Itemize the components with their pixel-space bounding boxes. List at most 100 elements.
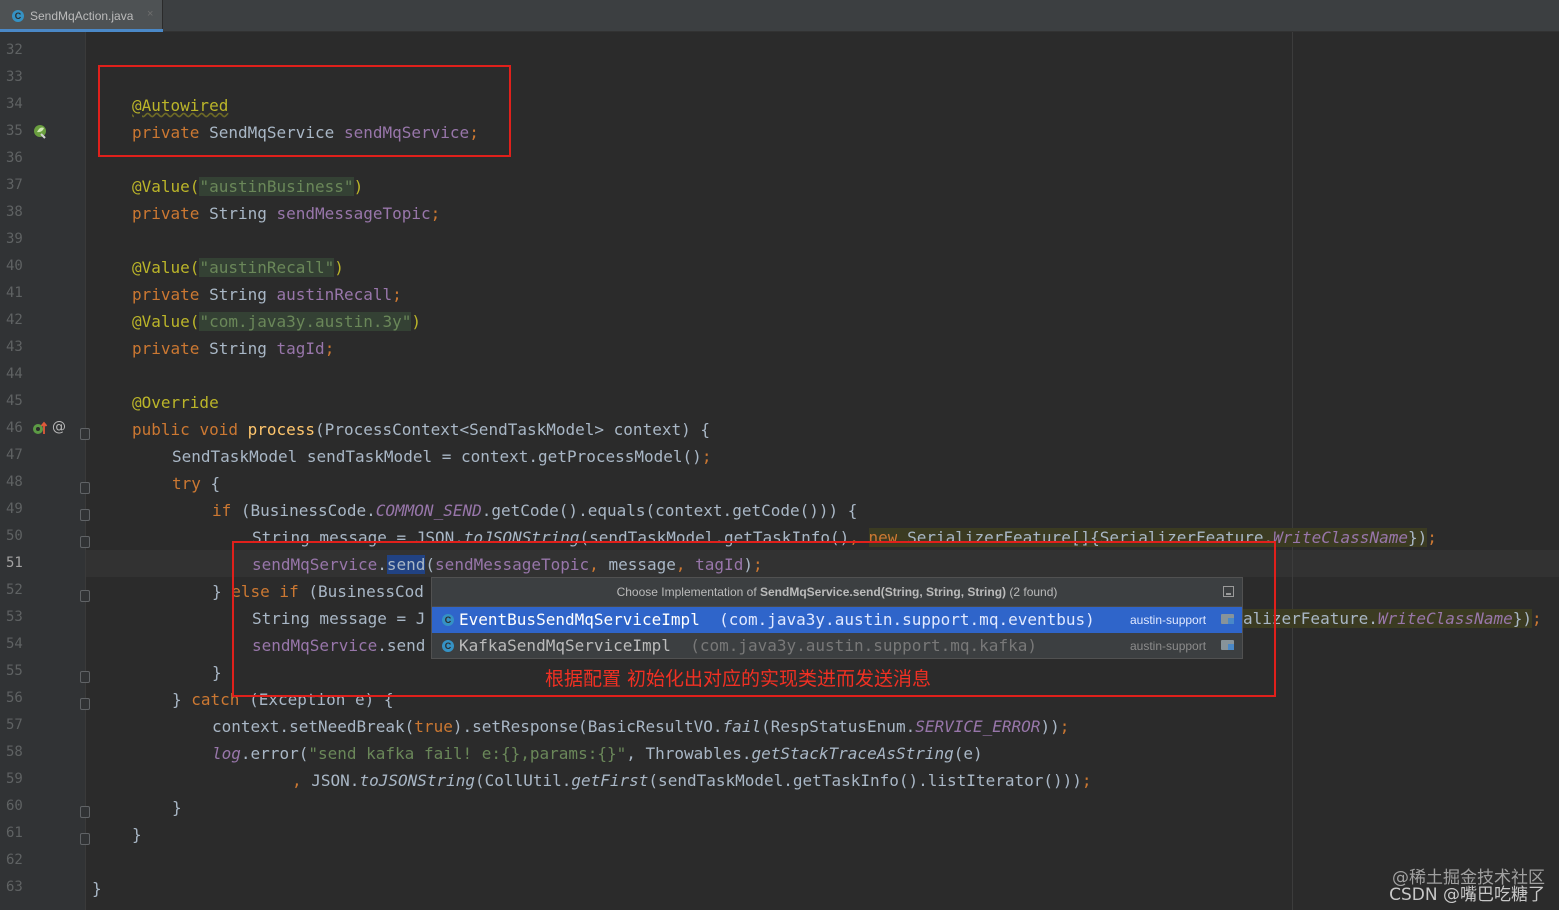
expr: (BusinessCode.: [231, 501, 376, 520]
line-number: 52: [6, 582, 23, 598]
line-number: 35: [6, 123, 23, 139]
close-icon[interactable]: ×: [147, 8, 153, 20]
line-number-gutter[interactable]: 32 33 34 35 36 37 38 39 40 41 42 43 44 4…: [0, 32, 90, 910]
paren: ): [334, 258, 344, 277]
line-number: 43: [6, 339, 23, 355]
line-number: 41: [6, 285, 23, 301]
line-number: 42: [6, 312, 23, 328]
line-number: 63: [6, 879, 23, 895]
constant: WriteClassName: [1273, 528, 1408, 547]
module-folder-icon: [1221, 614, 1234, 624]
line-number: 46: [6, 420, 23, 436]
value-annotation: @Value(: [132, 177, 200, 196]
code-line-42: @Value("com.java3y.austin.3y"): [132, 308, 421, 335]
class-name: EventBusSendMqServiceImpl: [459, 610, 700, 629]
keyword-public: public: [132, 420, 190, 439]
line-number: 32: [6, 42, 23, 58]
expr: context.setNeedBreak(: [212, 717, 415, 736]
line-number: 58: [6, 744, 23, 760]
module-name: austin-support: [1130, 613, 1207, 627]
code-line-40: @Value("austinRecall"): [132, 254, 344, 281]
java-class-icon: C: [442, 640, 454, 652]
tab-sendmqaction[interactable]: C SendMqAction.java ×: [0, 0, 163, 32]
code-line-49: if (BusinessCode.COMMON_SEND.getCode().e…: [212, 497, 857, 524]
java-class-icon: C: [12, 10, 24, 22]
value-annotation: @Value(: [132, 258, 200, 277]
brace: }: [92, 879, 102, 898]
line-number: 59: [6, 771, 23, 787]
brace: }: [172, 798, 182, 817]
type-name: String: [209, 339, 267, 358]
static-method: fail: [722, 717, 762, 736]
line-number: 38: [6, 204, 23, 220]
brace: }: [172, 690, 192, 709]
static-method: getStackTraceAsString: [751, 744, 954, 763]
override-annotation: @Override: [132, 393, 219, 412]
brace: }: [132, 825, 142, 844]
semicolon: ;: [1531, 609, 1542, 628]
popup-header-signature: SendMqService.send(String, String, Strin…: [760, 585, 1007, 599]
value-annotation: @Value(: [132, 312, 200, 331]
constant: COMMON_SEND: [375, 501, 482, 520]
semicolon: ;: [430, 204, 441, 223]
code-line-63: }: [92, 875, 102, 902]
choose-implementation-popup[interactable]: Choose Implementation of SendMqService.s…: [431, 577, 1243, 659]
code-line-61: }: [132, 821, 142, 848]
line-number: 49: [6, 501, 23, 517]
popup-header: Choose Implementation of SendMqService.s…: [432, 578, 1242, 607]
override-at-icon[interactable]: @: [52, 419, 66, 435]
line-number: 44: [6, 366, 23, 382]
line-number: 37: [6, 177, 23, 193]
constant: SERVICE_ERROR: [915, 717, 1041, 736]
override-up-arrow-icon[interactable]: [32, 420, 48, 436]
implementation-item-eventbus[interactable]: C EventBusSendMqServiceImpl (com.java3y.…: [432, 607, 1242, 633]
line-number: 60: [6, 798, 23, 814]
code-line-53-tail: alizerFeature.WriteClassName});: [1243, 605, 1542, 632]
field-name: tagId: [276, 339, 325, 358]
comma: ,: [292, 771, 302, 790]
semicolon: ;: [701, 447, 712, 466]
code-line-46: public void process(ProcessContext<SendT…: [132, 416, 710, 443]
keyword-try: try: [172, 474, 201, 493]
code-line-59: , JSON.toJSONString(CollUtil.getFirst(se…: [292, 767, 1092, 794]
expr: (RespStatusEnum.: [761, 717, 916, 736]
keyword-if: if: [212, 501, 232, 520]
brace: {: [200, 474, 221, 493]
type-name: String: [209, 204, 267, 223]
code-line-55: }: [212, 659, 222, 686]
line-number: 61: [6, 825, 23, 841]
line-number: 36: [6, 150, 23, 166]
line-number-current: 51: [6, 555, 23, 571]
semicolon: ;: [1081, 771, 1092, 790]
code-line-48: try {: [172, 470, 220, 497]
line-number: 56: [6, 690, 23, 706]
code-line-43: private String tagId;: [132, 335, 334, 362]
pin-icon[interactable]: [1223, 586, 1234, 597]
code-line-41: private String austinRecall;: [132, 281, 402, 308]
line-number: 40: [6, 258, 23, 274]
expr: (CollUtil.: [475, 771, 572, 790]
semicolon: ;: [324, 339, 335, 358]
expr: (e): [953, 744, 983, 763]
code-line-47: SendTaskModel sendTaskModel = context.ge…: [172, 443, 711, 470]
semicolon: ;: [1427, 528, 1437, 547]
line-number: 53: [6, 609, 23, 625]
field-name: sendMessageTopic: [276, 204, 431, 223]
spring-bean-icon[interactable]: [32, 123, 48, 139]
field-name: austinRecall: [276, 285, 393, 304]
expr: .getCode().equals(context.getCode())) {: [481, 501, 858, 520]
code-line-60: }: [172, 794, 182, 821]
popup-header-prefix: Choose Implementation of: [616, 585, 760, 599]
brace: }: [212, 582, 232, 601]
semicolon: ;: [1059, 717, 1070, 736]
line-number: 50: [6, 528, 23, 544]
line-number: 62: [6, 852, 23, 868]
string-literal: "austinRecall": [199, 258, 335, 277]
highlight-box-autowired: [98, 65, 511, 157]
line-number: 39: [6, 231, 23, 247]
expr: JSON.: [301, 771, 360, 790]
expr: .error(: [240, 744, 309, 763]
line-number: 33: [6, 69, 23, 85]
implementation-item-kafka[interactable]: C KafkaSendMqServiceImpl (com.java3y.aus…: [432, 633, 1242, 659]
popup-header-count: (2 found): [1006, 585, 1058, 599]
